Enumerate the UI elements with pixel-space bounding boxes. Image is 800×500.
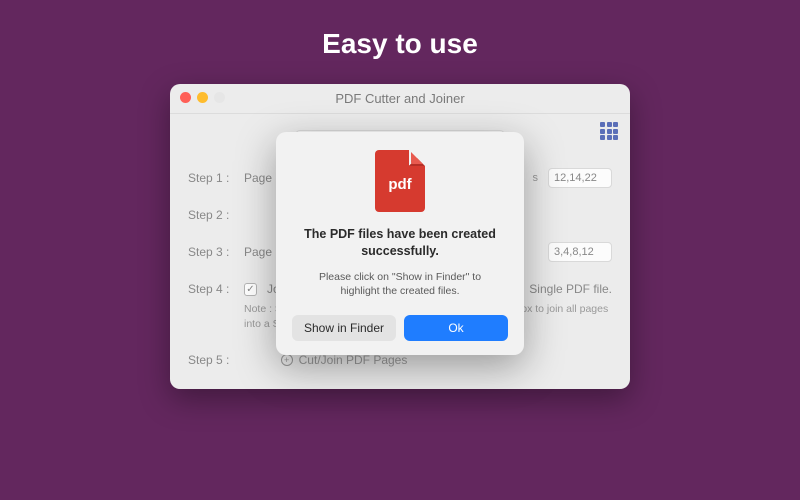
grid-view-icon[interactable] [600,122,618,140]
plus-circle-icon: + [281,354,293,366]
window-controls [180,92,225,103]
window-title: PDF Cutter and Joiner [335,91,464,106]
marketing-headline: Easy to use [322,28,478,60]
dialog-subtitle: Please click on "Show in Finder" to high… [292,270,508,299]
dialog-title: The PDF files have been created successf… [292,226,508,260]
step-2-label: Step 2 : [188,208,234,222]
join-checkbox[interactable]: ✓ [244,283,257,296]
app-window: PDF Cutter and Joiner + Choose First PDF… [170,84,630,389]
cut-join-button-label: Cut/Join PDF Pages [299,353,408,367]
success-dialog: pdf The PDF files have been created succ… [276,132,524,355]
pdf-file-icon: pdf [375,150,425,212]
step-1-page-range-field[interactable]: 12,14,22 [548,168,612,188]
step-3-page-range-field[interactable]: 3,4,8,12 [548,242,612,262]
ok-button[interactable]: Ok [404,315,508,341]
close-window-button[interactable] [180,92,191,103]
step-1-label: Step 1 : [188,171,234,185]
join-tail-label: Single PDF file. [529,282,612,296]
show-in-finder-button[interactable]: Show in Finder [292,315,396,341]
zoom-window-button[interactable] [214,92,225,103]
minimize-window-button[interactable] [197,92,208,103]
titlebar: PDF Cutter and Joiner [170,84,630,114]
step-1-hint: s [533,172,539,184]
step-5-label: Step 5 : [188,353,234,367]
dialog-button-row: Show in Finder Ok [292,315,508,341]
step-4-label: Step 4 : [188,282,234,296]
step-3-label: Step 3 : [188,245,234,259]
pdf-icon-text: pdf [388,176,411,193]
